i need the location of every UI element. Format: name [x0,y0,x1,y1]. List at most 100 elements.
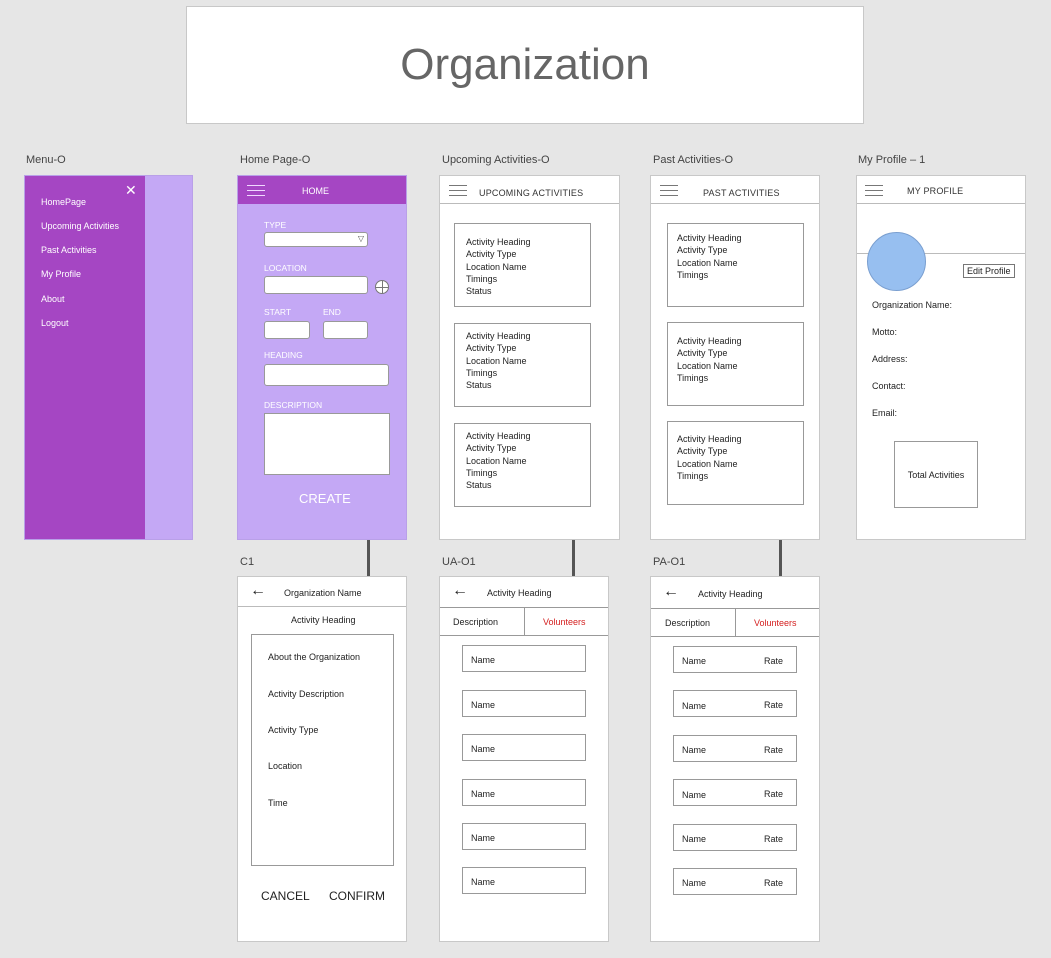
activity-heading: Activity Heading [466,331,531,341]
connector-home-c1 [367,540,370,576]
volunteer-rate[interactable]: Rate [764,834,783,844]
back-arrow-icon[interactable]: ← [452,582,468,600]
location-name: Location Name [677,360,738,371]
tab-description[interactable]: Description [665,618,710,628]
activity-card[interactable]: Activity Heading Activity Type Location … [667,322,804,406]
activity-card[interactable]: Activity Heading Activity Type Location … [454,423,591,507]
heading-input[interactable] [264,364,389,386]
crosshair-icon[interactable] [375,280,389,294]
activity-card[interactable]: Activity Heading Activity Type Location … [667,421,804,505]
volunteer-row[interactable]: Name [462,779,586,806]
header-divider [651,203,819,204]
hamburger-icon[interactable] [660,185,678,200]
activity-type: Activity Type [677,446,728,457]
menu-item-upcoming-activities[interactable]: Upcoming Activities [41,221,119,231]
edit-profile-button[interactable]: Edit Profile [963,264,1015,278]
volunteer-rate[interactable]: Rate [764,656,783,666]
volunteer-rating-row[interactable]: Name Rate [673,735,797,762]
activity-heading: Activity Heading [466,431,531,441]
volunteer-row[interactable]: Name [462,734,586,761]
volunteer-name: Name [682,834,707,844]
menu-item-past-activities[interactable]: Past Activities [41,245,97,255]
activity-type: Activity Type [466,443,517,454]
volunteer-name: Name [682,790,707,800]
tab-separator [735,608,736,637]
volunteer-name: Name [682,656,707,666]
volunteer-rating-row[interactable]: Name Rate [673,868,797,895]
volunteer-rating-row[interactable]: Name Rate [673,824,797,851]
type-select[interactable]: ▽ [264,232,368,247]
volunteer-row[interactable]: Name [462,645,586,672]
volunteer-name: Name [471,744,496,754]
activity-card[interactable]: Activity Heading Activity Type Location … [454,323,591,407]
volunteer-rate[interactable]: Rate [764,745,783,755]
activity-heading: Activity Heading [677,233,742,243]
volunteer-rating-row[interactable]: Name Rate [673,779,797,806]
timings: Timings [677,372,709,383]
end-input[interactable] [323,321,368,339]
location-input[interactable] [264,276,368,294]
back-arrow-icon[interactable]: ← [250,582,266,600]
activity-card[interactable]: Activity Heading Activity Type Location … [667,223,804,307]
status: Status [466,480,492,491]
hamburger-icon[interactable] [449,185,467,200]
volunteer-name: Name [682,701,707,711]
volunteer-rate[interactable]: Rate [764,789,783,799]
email-field: Email: [872,408,898,418]
location-name: Location Name [466,355,527,366]
cancel-button[interactable]: CANCEL [261,889,310,903]
menu-item-my-profile[interactable]: My Profile [41,269,81,279]
activity-card[interactable]: Activity Heading Activity Type Location … [454,223,591,307]
volunteer-row[interactable]: Name [462,690,586,717]
label-pa: PA-O1 [653,556,686,568]
header-divider [857,203,1025,204]
start-input[interactable] [264,321,310,339]
volunteer-rating-row[interactable]: Name Rate [673,690,797,717]
label-menu: Menu-O [26,154,66,166]
type-label: TYPE [264,220,287,230]
label-home: Home Page-O [240,154,311,166]
total-activities-box[interactable]: Total Activities [894,441,978,508]
upcoming-header-title: UPCOMING ACTIVITIES [479,188,584,198]
volunteer-rate[interactable]: Rate [764,700,783,710]
label-past: Past Activities-O [653,154,734,166]
volunteer-row[interactable]: Name [462,823,586,850]
menu-item-about[interactable]: About [41,294,65,304]
description-textarea[interactable] [264,413,390,475]
tab-volunteers[interactable]: Volunteers [543,617,586,627]
menu-item-homepage[interactable]: HomePage [41,197,86,207]
menu-screen: ✕ HomePage Upcoming Activities Past Acti… [24,175,193,540]
title-banner: Organization [186,6,864,124]
close-icon[interactable]: ✕ [125,182,137,199]
create-button[interactable]: CREATE [299,491,351,506]
about-organization: About the Organization [268,652,361,662]
activity-heading: Activity Heading [677,336,742,346]
label-upcoming: Upcoming Activities-O [442,154,550,166]
avatar[interactable] [867,232,926,291]
tab-volunteers[interactable]: Volunteers [754,618,797,628]
menu-item-logout[interactable]: Logout [41,318,69,328]
timings: Timings [466,273,498,284]
address-field: Address: [872,354,908,364]
heading-label: HEADING [264,350,303,360]
hamburger-icon[interactable] [865,185,883,200]
timings: Timings [466,467,498,478]
timings: Timings [677,269,709,280]
ua-screen: ← Activity Heading Description Volunteer… [439,576,609,942]
location-name: Location Name [466,455,527,466]
volunteer-rating-row[interactable]: Name Rate [673,646,797,673]
organization-name: Organization Name [284,588,362,598]
tab-description[interactable]: Description [453,617,498,627]
detail-panel [251,634,394,866]
contact-field: Contact: [872,381,906,391]
tab-separator [524,607,525,636]
back-arrow-icon[interactable]: ← [663,583,679,601]
hamburger-icon[interactable] [247,185,265,200]
volunteer-rate[interactable]: Rate [764,878,783,888]
past-header-title: PAST ACTIVITIES [703,188,780,198]
activity-heading: Activity Heading [466,237,531,247]
volunteer-row[interactable]: Name [462,867,586,894]
home-screen: HOME TYPE ▽ LOCATION START END HEADING D… [237,175,407,540]
confirm-button[interactable]: CONFIRM [329,889,385,903]
c1-screen: ← Organization Name Activity Heading Abo… [237,576,407,942]
